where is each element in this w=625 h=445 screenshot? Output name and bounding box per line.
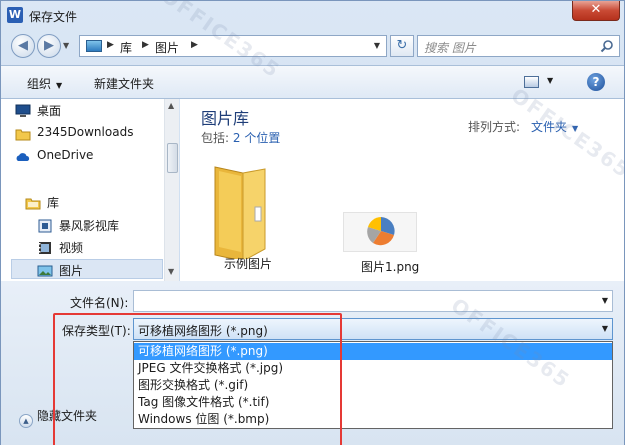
title-bar: W 保存文件 ✕: [1, 1, 624, 31]
search-input[interactable]: 搜索 图片: [424, 39, 476, 56]
pie-chart-thumbnail-icon: [367, 217, 395, 246]
navpane-item-label: OneDrive: [37, 148, 94, 162]
new-folder-button[interactable]: 新建文件夹: [94, 75, 154, 92]
organize-button[interactable]: 组织 ▼: [27, 75, 62, 92]
search-icon[interactable]: [600, 39, 614, 53]
navpane-item-library[interactable]: 库: [25, 194, 60, 214]
navpane-item-label: 库: [47, 196, 60, 210]
save-file-dialog: W 保存文件 ✕ ◀ ▶ ▼ ▶ 库 ▶ 图片 ▶ ▼ ↻ 搜索 图片 组织 ▼: [0, 0, 625, 445]
chevron-down-icon: ▼: [56, 81, 63, 90]
breadcrumb-separator-icon[interactable]: ▶: [191, 40, 198, 50]
file-item-picture1-png[interactable]: 图片1.png: [343, 212, 423, 274]
filename-field[interactable]: ▼: [133, 290, 613, 312]
breadcrumb-library[interactable]: 库: [120, 39, 132, 56]
navpane-item-label: 视频: [59, 241, 84, 255]
navpane-scrollbar[interactable]: ▲ ▼: [164, 99, 179, 281]
pictures-location-icon: [86, 40, 102, 52]
folder-icon: [15, 129, 31, 141]
navigation-bar: ◀ ▶ ▼ ▶ 库 ▶ 图片 ▶ ▼ ↻ 搜索 图片: [7, 33, 620, 61]
includes-locations-link[interactable]: 2 个位置: [233, 131, 280, 145]
chevron-down-icon[interactable]: ▼: [602, 324, 608, 333]
file-item-sample-pictures[interactable]: 示例图片: [208, 159, 278, 271]
window-title: 保存文件: [29, 10, 78, 24]
desktop-icon: [15, 104, 31, 117]
word-app-icon: W: [7, 7, 23, 23]
close-button[interactable]: ✕: [572, 1, 620, 21]
refresh-button[interactable]: ↻: [390, 35, 414, 57]
pictures-icon: [37, 265, 53, 277]
view-options-dropdown-icon[interactable]: ▼: [547, 76, 553, 85]
file-label: 图片1.png: [361, 260, 420, 274]
cloud-icon: [16, 153, 30, 161]
recent-locations-dropdown[interactable]: ▼: [63, 41, 69, 50]
navpane-item-baofeng-library[interactable]: 暴风影视库: [38, 217, 120, 237]
navpane-item-label: 暴风影视库: [59, 219, 120, 233]
navpane-item-label: 图片: [59, 264, 84, 278]
search-box[interactable]: 搜索 图片: [417, 35, 620, 57]
scrollbar-thumb[interactable]: [167, 143, 178, 173]
library-title: 图片库: [201, 109, 250, 128]
folder-icon: [214, 166, 266, 259]
organize-label: 组织: [27, 77, 52, 91]
scroll-down-icon[interactable]: ▼: [168, 267, 174, 276]
navigation-pane: 桌面 2345Downloads OneDrive 库 暴风影视库 视频 图片 …: [1, 99, 179, 281]
breadcrumb-pictures[interactable]: 图片: [155, 39, 179, 56]
navpane-item-2345downloads[interactable]: 2345Downloads: [15, 125, 134, 145]
file-label: 示例图片: [224, 257, 273, 271]
navpane-item-videos[interactable]: 视频: [39, 239, 84, 259]
library-includes: 包括: 2 个位置: [201, 129, 280, 146]
video-icon: [39, 242, 51, 254]
selected-item-highlight: [11, 259, 163, 279]
chevron-up-icon: ▲: [19, 414, 33, 428]
highlight-annotation-box: [53, 313, 342, 445]
help-icon[interactable]: ?: [587, 73, 605, 91]
filename-label: 文件名(N):: [70, 296, 129, 310]
forward-button[interactable]: ▶: [37, 34, 61, 58]
includes-prefix: 包括:: [201, 131, 230, 145]
navpane-item-label: 2345Downloads: [37, 125, 134, 139]
address-dropdown-icon[interactable]: ▼: [374, 41, 380, 50]
arrange-by-label: 排列方式:: [468, 120, 521, 134]
back-button[interactable]: ◀: [11, 34, 35, 58]
video-library-icon: [38, 219, 52, 233]
chevron-down-icon[interactable]: ▼: [602, 296, 608, 305]
breadcrumb-separator-icon[interactable]: ▶: [107, 40, 114, 50]
breadcrumb-separator-icon[interactable]: ▶: [142, 40, 149, 50]
navpane-item-pictures[interactable]: 图片: [37, 262, 84, 282]
navpane-item-label: 桌面: [37, 104, 62, 118]
library-icon: [25, 198, 41, 210]
navpane-item-desktop[interactable]: 桌面: [15, 102, 62, 122]
navpane-item-onedrive[interactable]: OneDrive: [16, 148, 94, 168]
scroll-up-icon[interactable]: ▲: [168, 101, 174, 110]
